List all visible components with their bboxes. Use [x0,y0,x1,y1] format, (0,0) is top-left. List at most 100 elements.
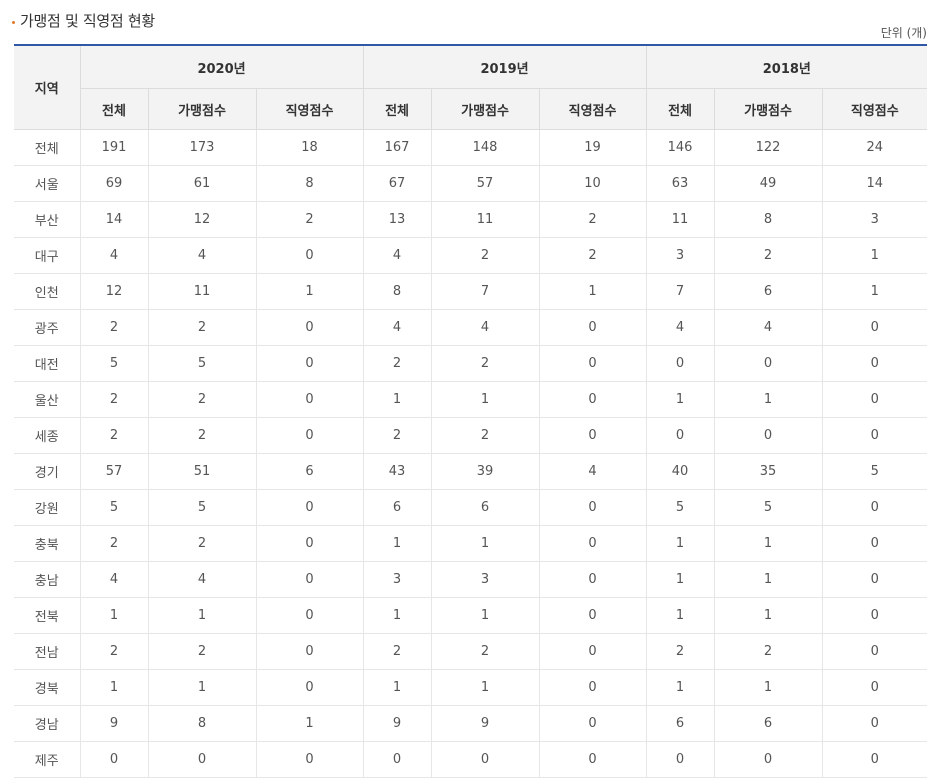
value-cell: 0 [821,669,928,706]
value-cell: 1 [713,561,823,598]
value-cell: 12 [79,273,148,310]
value-cell: 1 [645,597,715,634]
page-title: 가맹점 및 직영점 현황 [20,12,155,30]
value-cell: 3 [362,561,432,598]
region-cell: 울산 [14,381,80,418]
value-cell: 0 [255,237,364,274]
value-cell: 0 [538,309,647,346]
value-cell: 6 [713,705,823,742]
value-cell: 148 [430,129,540,166]
value-cell: 11 [430,201,540,238]
value-cell: 0 [645,345,715,382]
value-cell: 1 [821,237,928,274]
value-cell: 1 [821,273,928,310]
value-cell: 1 [255,273,364,310]
value-cell: 1 [713,381,823,418]
value-cell: 5 [147,489,256,526]
value-cell: 4 [538,453,647,490]
value-cell: 0 [538,345,647,382]
region-cell: 경남 [14,705,80,742]
table-row: 강원 5 5 0 6 6 0 5 5 0 [14,489,928,526]
value-cell: 3 [645,237,715,274]
value-cell: 1 [362,525,432,562]
value-cell: 57 [430,165,540,202]
region-cell: 제주 [14,741,80,778]
table-row: 부산 14 12 2 13 11 2 11 8 3 [14,201,928,238]
table-row: 충북 2 2 0 1 1 0 1 1 0 [14,525,928,562]
value-cell: 4 [79,561,148,598]
value-cell: 0 [538,669,647,706]
year-header-row: 지역 2020년 2019년 2018년 [14,45,928,130]
sub-header-direct: 직영점수 [538,88,647,130]
value-cell: 69 [79,165,148,202]
sub-header-franchise: 가맹점수 [713,88,823,130]
value-cell: 1 [645,561,715,598]
table-row: 전남 2 2 0 2 2 0 2 2 0 [14,633,928,670]
table-row: 서울 69 61 8 67 57 10 63 49 14 [14,165,928,202]
value-cell: 0 [645,417,715,454]
table-row: 인천 12 11 1 8 7 1 7 6 1 [14,273,928,310]
value-cell: 1 [430,525,540,562]
value-cell: 0 [79,741,148,778]
value-cell: 1 [255,705,364,742]
value-cell: 4 [713,309,823,346]
value-cell: 0 [255,345,364,382]
value-cell: 2 [79,417,148,454]
value-cell: 0 [821,561,928,598]
value-cell: 0 [362,741,432,778]
region-cell: 경북 [14,669,80,706]
value-cell: 13 [362,201,432,238]
value-cell: 3 [821,201,928,238]
value-cell: 10 [538,165,647,202]
value-cell: 0 [255,417,364,454]
value-cell: 6 [430,489,540,526]
table-row: 경기 57 51 6 43 39 4 40 35 5 [14,453,928,490]
region-cell: 경기 [14,453,80,490]
table-row: 전체 191 173 18 167 148 19 146 122 24 [14,129,928,166]
section-header: 가맹점 및 직영점 현황 [12,10,155,31]
value-cell: 2 [79,633,148,670]
value-cell: 2 [713,237,823,274]
value-cell: 1 [538,273,647,310]
table-row: 제주 0 0 0 0 0 0 0 0 0 [14,741,928,778]
value-cell: 2 [430,237,540,274]
value-cell: 9 [362,705,432,742]
bullet-icon [12,21,15,24]
table-row: 대구 4 4 0 4 2 2 3 2 1 [14,237,928,274]
value-cell: 40 [645,453,715,490]
value-cell: 2 [147,525,256,562]
sub-header-total: 전체 [645,88,715,130]
value-cell: 0 [538,597,647,634]
value-cell: 1 [645,525,715,562]
value-cell: 1 [362,597,432,634]
value-cell: 1 [430,381,540,418]
value-cell: 2 [362,633,432,670]
value-cell: 0 [538,417,647,454]
value-cell: 0 [821,489,928,526]
value-cell: 4 [79,237,148,274]
value-cell: 1 [79,669,148,706]
value-cell: 0 [538,489,647,526]
value-cell: 4 [362,309,432,346]
region-cell: 부산 [14,201,80,238]
region-cell: 서울 [14,165,80,202]
value-cell: 7 [645,273,715,310]
value-cell: 0 [538,741,647,778]
value-cell: 2 [538,237,647,274]
value-cell: 2 [430,417,540,454]
value-cell: 1 [147,669,256,706]
sub-header-direct: 직영점수 [255,88,364,130]
sub-header-total: 전체 [362,88,432,130]
value-cell: 5 [79,345,148,382]
region-cell: 전체 [14,129,80,166]
sub-header-row: 전체 가맹점수 직영점수 전체 가맹점수 직영점수 전체 가맹점수 직영점수 [14,88,928,130]
year-header: 2020년 [79,45,364,89]
value-cell: 0 [255,309,364,346]
value-cell: 0 [821,309,928,346]
value-cell: 11 [645,201,715,238]
value-cell: 43 [362,453,432,490]
value-cell: 2 [147,417,256,454]
region-cell: 대구 [14,237,80,274]
value-cell: 4 [147,561,256,598]
value-cell: 0 [538,705,647,742]
